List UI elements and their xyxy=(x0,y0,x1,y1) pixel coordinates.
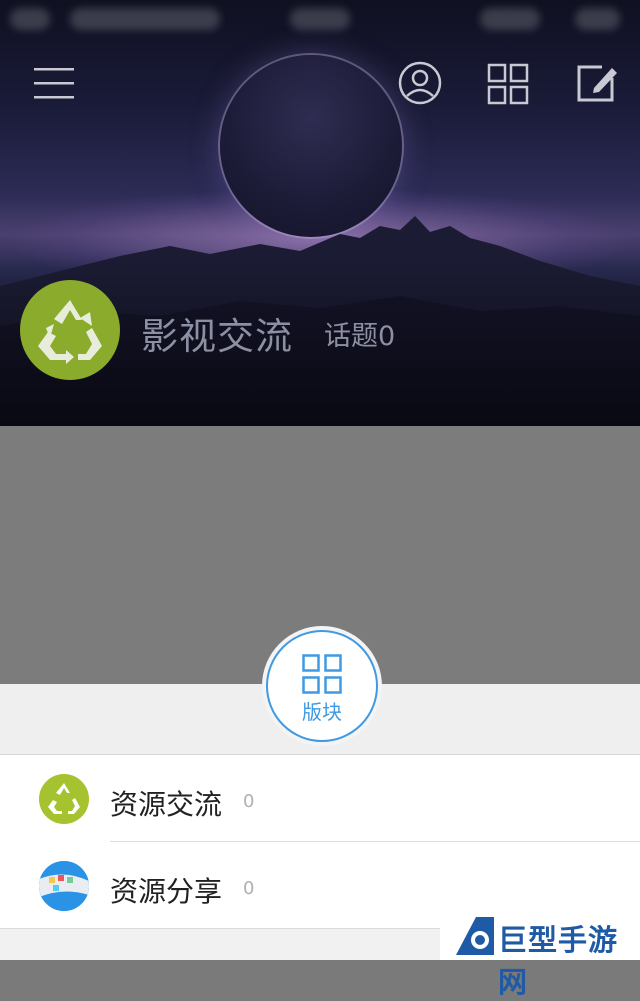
boards-button-label: 版块 xyxy=(302,700,342,724)
forum-header: 影视交流 话题0 xyxy=(0,0,640,426)
edit-icon xyxy=(577,65,617,102)
new-post-button[interactable] xyxy=(572,58,622,108)
board-count: 0 xyxy=(243,791,255,812)
boards-list: 资源交流 0 资源分享 0 xyxy=(0,755,640,929)
grid-icon xyxy=(302,654,342,694)
user-circle-icon xyxy=(398,61,442,105)
watermark: 巨型手游网 xyxy=(440,905,640,999)
recycle-icon xyxy=(39,774,89,824)
profile-button[interactable] xyxy=(395,58,445,108)
watermark-text: 巨型手游网 xyxy=(498,923,619,999)
board-name: 资源交流 xyxy=(110,788,223,821)
topic-count: 话题0 xyxy=(324,321,396,352)
board-item-resource-exchange[interactable]: 资源交流 0 xyxy=(0,755,640,842)
forum-avatar xyxy=(20,280,120,380)
menu-button[interactable] xyxy=(29,58,79,108)
board-count: 0 xyxy=(243,878,255,899)
boards-button[interactable]: 版块 xyxy=(266,630,378,742)
menu-icon xyxy=(34,68,74,99)
boards-grid-button[interactable] xyxy=(484,58,534,108)
recycle-icon xyxy=(38,300,102,364)
forum-title: 影视交流 xyxy=(141,315,293,358)
ios-icon xyxy=(39,861,89,911)
board-name: 资源分享 xyxy=(110,875,223,908)
grid-icon xyxy=(487,63,529,105)
planet-image xyxy=(220,55,402,237)
site-logo-icon xyxy=(456,917,494,955)
status-bar xyxy=(0,0,640,40)
